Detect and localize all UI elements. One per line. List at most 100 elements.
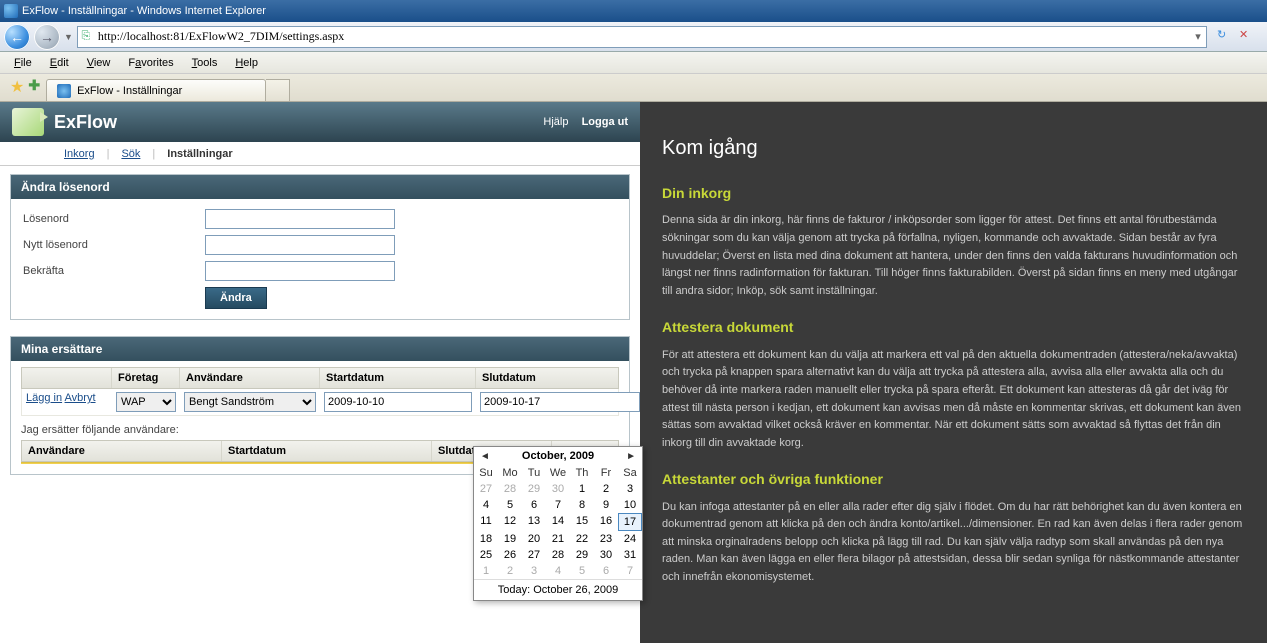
cal-day[interactable]: 5 — [498, 497, 522, 513]
cal-day[interactable]: 30 — [594, 547, 618, 563]
col2-start: Startdatum — [222, 441, 432, 461]
browser-tab[interactable]: ExFlow - Inställningar — [46, 79, 266, 101]
cancel-link[interactable]: Avbryt — [65, 392, 96, 404]
col-start: Startdatum — [320, 368, 476, 388]
cal-day[interactable]: 27 — [474, 481, 498, 497]
cal-day[interactable]: 25 — [474, 547, 498, 563]
add-link[interactable]: Lägg in — [26, 392, 62, 404]
change-button[interactable]: Ändra — [205, 287, 267, 309]
ie-menubar: File Edit View Favorites Tools Help — [0, 52, 1267, 74]
new-tab-button[interactable] — [266, 79, 290, 101]
cal-day[interactable]: 12 — [498, 513, 522, 531]
menu-view[interactable]: View — [79, 55, 119, 71]
end-date-input[interactable] — [480, 392, 640, 412]
cal-day[interactable]: 31 — [618, 547, 642, 563]
stop-icon[interactable]: ✕ — [1239, 28, 1257, 46]
ie-icon — [4, 4, 18, 18]
logout-link[interactable]: Logga ut — [582, 116, 628, 128]
nav-inkorg[interactable]: Inkorg — [56, 148, 103, 160]
cal-day[interactable]: 6 — [522, 497, 546, 513]
cal-day[interactable]: 5 — [570, 563, 594, 579]
cal-day[interactable]: 26 — [498, 547, 522, 563]
password-panel: Ändra lösenord Lösenord Nytt lösenord Be… — [10, 174, 630, 320]
input-new-password[interactable] — [205, 235, 395, 255]
cal-prev-icon[interactable]: ◄ — [480, 451, 490, 462]
cal-day[interactable]: 9 — [594, 497, 618, 513]
cal-day[interactable]: 28 — [498, 481, 522, 497]
cal-day[interactable]: 21 — [546, 531, 570, 547]
start-date-input[interactable] — [324, 392, 472, 412]
help-link[interactable]: Hjälp — [543, 116, 568, 128]
help-s2-text: För att attestera ett dokument kan du vä… — [662, 347, 1247, 453]
cal-day[interactable]: 30 — [546, 481, 570, 497]
menu-file[interactable]: File — [6, 55, 40, 71]
cal-day[interactable]: 15 — [570, 513, 594, 531]
date-picker[interactable]: ◄ October, 2009 ► SuMoTuWeThFrSa27282930… — [473, 446, 643, 601]
cal-day[interactable]: 24 — [618, 531, 642, 547]
label-confirm: Bekräfta — [23, 265, 205, 277]
nav-dropdown-icon[interactable]: ▼ — [64, 32, 73, 42]
favorites-icon[interactable]: ★ — [10, 77, 24, 97]
cal-day[interactable]: 16 — [594, 513, 618, 531]
cal-day[interactable]: 18 — [474, 531, 498, 547]
ie-navbar: ← → ▼ ⎘ ▾ ↻ ✕ — [0, 22, 1267, 52]
add-favorite-icon[interactable]: ✚ — [28, 77, 40, 97]
input-confirm[interactable] — [205, 261, 395, 281]
back-button[interactable]: ← — [4, 24, 30, 50]
help-s1-title: Din inkorg — [662, 182, 1247, 204]
cal-day[interactable]: 29 — [570, 547, 594, 563]
cal-day[interactable]: 4 — [474, 497, 498, 513]
label-password: Lösenord — [23, 213, 205, 225]
page-icon: ⎘ — [78, 30, 94, 43]
user-select[interactable]: Bengt Sandström — [184, 392, 316, 412]
nav-sok[interactable]: Sök — [113, 148, 148, 160]
cal-day[interactable]: 27 — [522, 547, 546, 563]
cal-day[interactable]: 29 — [522, 481, 546, 497]
company-select[interactable]: WAP — [116, 392, 176, 412]
cal-day[interactable]: 8 — [570, 497, 594, 513]
input-password[interactable] — [205, 209, 395, 229]
replacers-panel-title: Mina ersättare — [11, 337, 629, 361]
help-title: Kom igång — [662, 132, 1247, 164]
cal-day[interactable]: 13 — [522, 513, 546, 531]
menu-tools[interactable]: Tools — [184, 55, 226, 71]
grid-edit-row: Lägg in Avbryt WAP Bengt Sandström — [21, 389, 619, 416]
cal-day[interactable]: 22 — [570, 531, 594, 547]
cal-day[interactable]: 1 — [570, 481, 594, 497]
cal-day[interactable]: 19 — [498, 531, 522, 547]
col-user: Användare — [180, 368, 320, 388]
password-panel-title: Ändra lösenord — [11, 175, 629, 199]
cal-day[interactable]: 1 — [474, 563, 498, 579]
menu-edit[interactable]: Edit — [42, 55, 77, 71]
nav-installningar[interactable]: Inställningar — [159, 148, 240, 160]
cal-day[interactable]: 6 — [594, 563, 618, 579]
app-nav: Inkorg | Sök | Inställningar — [0, 142, 640, 166]
help-s3-title: Attestanter och övriga funktioner — [662, 468, 1247, 490]
cal-day[interactable]: 14 — [546, 513, 570, 531]
cal-day[interactable]: 4 — [546, 563, 570, 579]
cal-day[interactable]: 7 — [546, 497, 570, 513]
cal-day[interactable]: 28 — [546, 547, 570, 563]
cal-day[interactable]: 17 — [618, 513, 642, 531]
app-logo-icon — [12, 108, 44, 136]
cal-day[interactable]: 3 — [618, 481, 642, 497]
forward-button[interactable]: → — [34, 24, 60, 50]
cal-day[interactable]: 2 — [594, 481, 618, 497]
cal-day[interactable]: 2 — [498, 563, 522, 579]
cal-day[interactable]: 20 — [522, 531, 546, 547]
cal-day[interactable]: 11 — [474, 513, 498, 531]
url-input[interactable] — [94, 27, 1190, 46]
refresh-icon[interactable]: ↻ — [1217, 28, 1235, 46]
menu-favorites[interactable]: Favorites — [120, 55, 181, 71]
cal-day[interactable]: 7 — [618, 563, 642, 579]
cal-next-icon[interactable]: ► — [626, 451, 636, 462]
address-bar[interactable]: ⎘ ▾ — [77, 26, 1207, 48]
help-s3-text: Du kan infoga attestanter på en eller al… — [662, 499, 1247, 587]
cal-day[interactable]: 3 — [522, 563, 546, 579]
cal-day[interactable]: 10 — [618, 497, 642, 513]
cal-day[interactable]: 23 — [594, 531, 618, 547]
calendar-grid: SuMoTuWeThFrSa27282930123456789101112131… — [474, 465, 642, 579]
cal-footer[interactable]: Today: October 26, 2009 — [474, 579, 642, 600]
url-dropdown-icon[interactable]: ▾ — [1190, 30, 1206, 43]
menu-help[interactable]: Help — [227, 55, 266, 71]
